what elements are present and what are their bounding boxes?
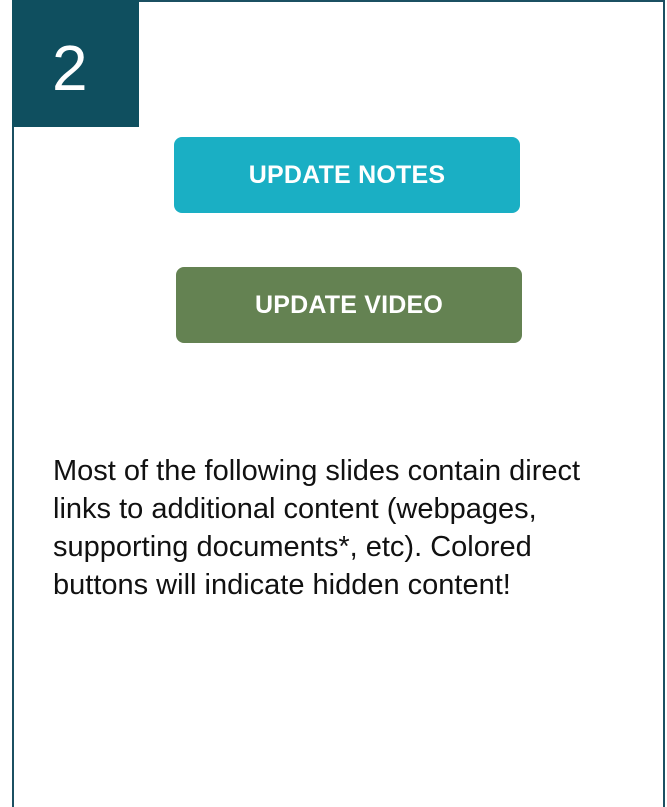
update-video-button[interactable]: UPDATE VIDEO bbox=[176, 267, 522, 343]
update-notes-button[interactable]: UPDATE NOTES bbox=[174, 137, 520, 213]
slide-number-badge: 2 bbox=[12, 0, 139, 127]
slide-body-text: Most of the following slides contain dir… bbox=[53, 455, 581, 601]
